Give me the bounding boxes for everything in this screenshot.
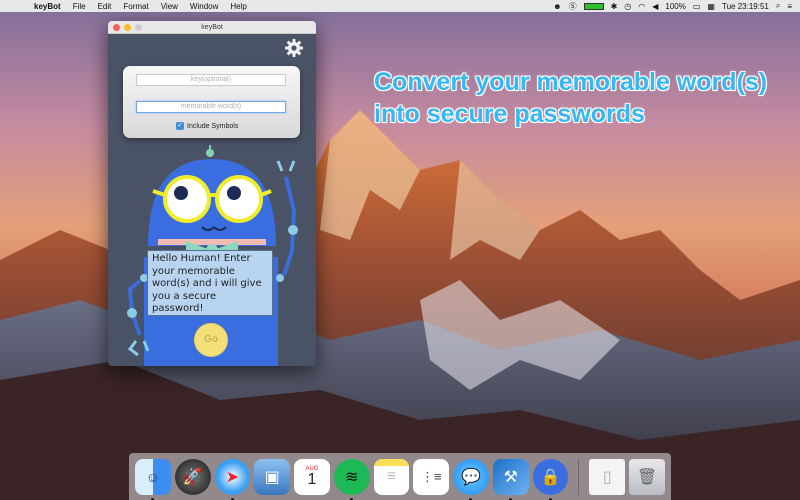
menu-edit[interactable]: Edit — [98, 2, 112, 11]
speech-bubble: Hello Human! Enter your memorable word(s… — [147, 250, 273, 316]
calendar-day: 1 — [307, 470, 317, 488]
include-symbols-checkbox[interactable]: ✓ — [176, 122, 184, 130]
reminders-icon[interactable]: ⋮≡ — [413, 458, 450, 495]
key-input[interactable]: key(optional) — [136, 74, 286, 86]
headline-line-2: into secure passwords — [374, 100, 645, 128]
keybot-icon[interactable]: 🔒 — [532, 458, 569, 500]
clock[interactable]: Tue 23:19:51 — [722, 2, 769, 11]
go-button[interactable]: Go — [194, 323, 228, 357]
status-icon-s[interactable]: Ⓢ — [569, 1, 577, 12]
menu-view[interactable]: View — [161, 2, 178, 11]
menu-window[interactable]: Window — [190, 2, 218, 11]
window-titlebar[interactable]: keyBot — [108, 21, 316, 34]
launchpad-icon[interactable]: 🚀 — [174, 458, 211, 495]
status-icon-user[interactable]: ☻ — [553, 2, 561, 11]
dock: ☺ 🚀 ➤ ▣ AUG 1 ≋ ≡ ⋮≡ 💬 ⚒ 🔒 ▯ 🗑 — [129, 453, 671, 500]
battery-percent[interactable]: 100% — [665, 2, 685, 11]
document-icon[interactable]: ▯ — [589, 458, 626, 495]
keybot-window: keyBot key(optional) memorable word(s) ✓… — [108, 21, 316, 366]
input-panel: key(optional) memorable word(s) ✓ Includ… — [123, 66, 300, 138]
time-machine-icon[interactable]: ◷ — [624, 2, 631, 11]
menu-help[interactable]: Help — [230, 2, 246, 11]
notification-center-icon[interactable]: ≡ — [787, 2, 792, 11]
headline-line-1: Convert your memorable word(s) — [374, 68, 768, 96]
wifi-icon[interactable]: ◠ — [638, 2, 645, 11]
include-symbols-label: Include Symbols — [187, 122, 239, 130]
volume-icon[interactable]: ◀ — [652, 2, 658, 11]
search-icon[interactable]: ⌕ — [776, 1, 780, 11]
calendar-icon[interactable]: AUG 1 — [294, 458, 330, 495]
safari-icon[interactable]: ➤ — [214, 458, 251, 500]
gear-icon[interactable] — [284, 38, 304, 58]
memorable-words-input[interactable]: memorable word(s) — [136, 101, 286, 113]
menu-bar: keyBot File Edit Format View Window Help… — [0, 0, 800, 12]
battery-meter-icon[interactable] — [583, 2, 604, 10]
messages-icon[interactable]: 💬 — [453, 458, 489, 500]
bluetooth-icon[interactable]: ✱ — [611, 2, 618, 11]
window-title: keyBot — [201, 23, 223, 31]
menu-file[interactable]: File — [73, 2, 86, 11]
menu-format[interactable]: Format — [123, 2, 148, 11]
preview-icon[interactable]: ▣ — [254, 458, 291, 495]
flag-icon[interactable]: ▦ — [707, 2, 715, 11]
spotify-icon[interactable]: ≋ — [333, 458, 370, 500]
notes-icon[interactable]: ≡ — [373, 458, 410, 495]
finder-icon[interactable]: ☺ — [135, 458, 171, 500]
promo-headline: Convert your memorable word(s) into secu… — [374, 66, 767, 130]
battery-icon[interactable]: ▭ — [693, 2, 701, 11]
include-symbols-row[interactable]: ✓ Include Symbols — [176, 122, 238, 130]
dock-separator — [578, 458, 580, 495]
trash-icon[interactable]: 🗑 — [629, 458, 665, 495]
xcode-icon[interactable]: ⚒ — [492, 458, 529, 500]
menu-app-name[interactable]: keyBot — [34, 2, 61, 11]
